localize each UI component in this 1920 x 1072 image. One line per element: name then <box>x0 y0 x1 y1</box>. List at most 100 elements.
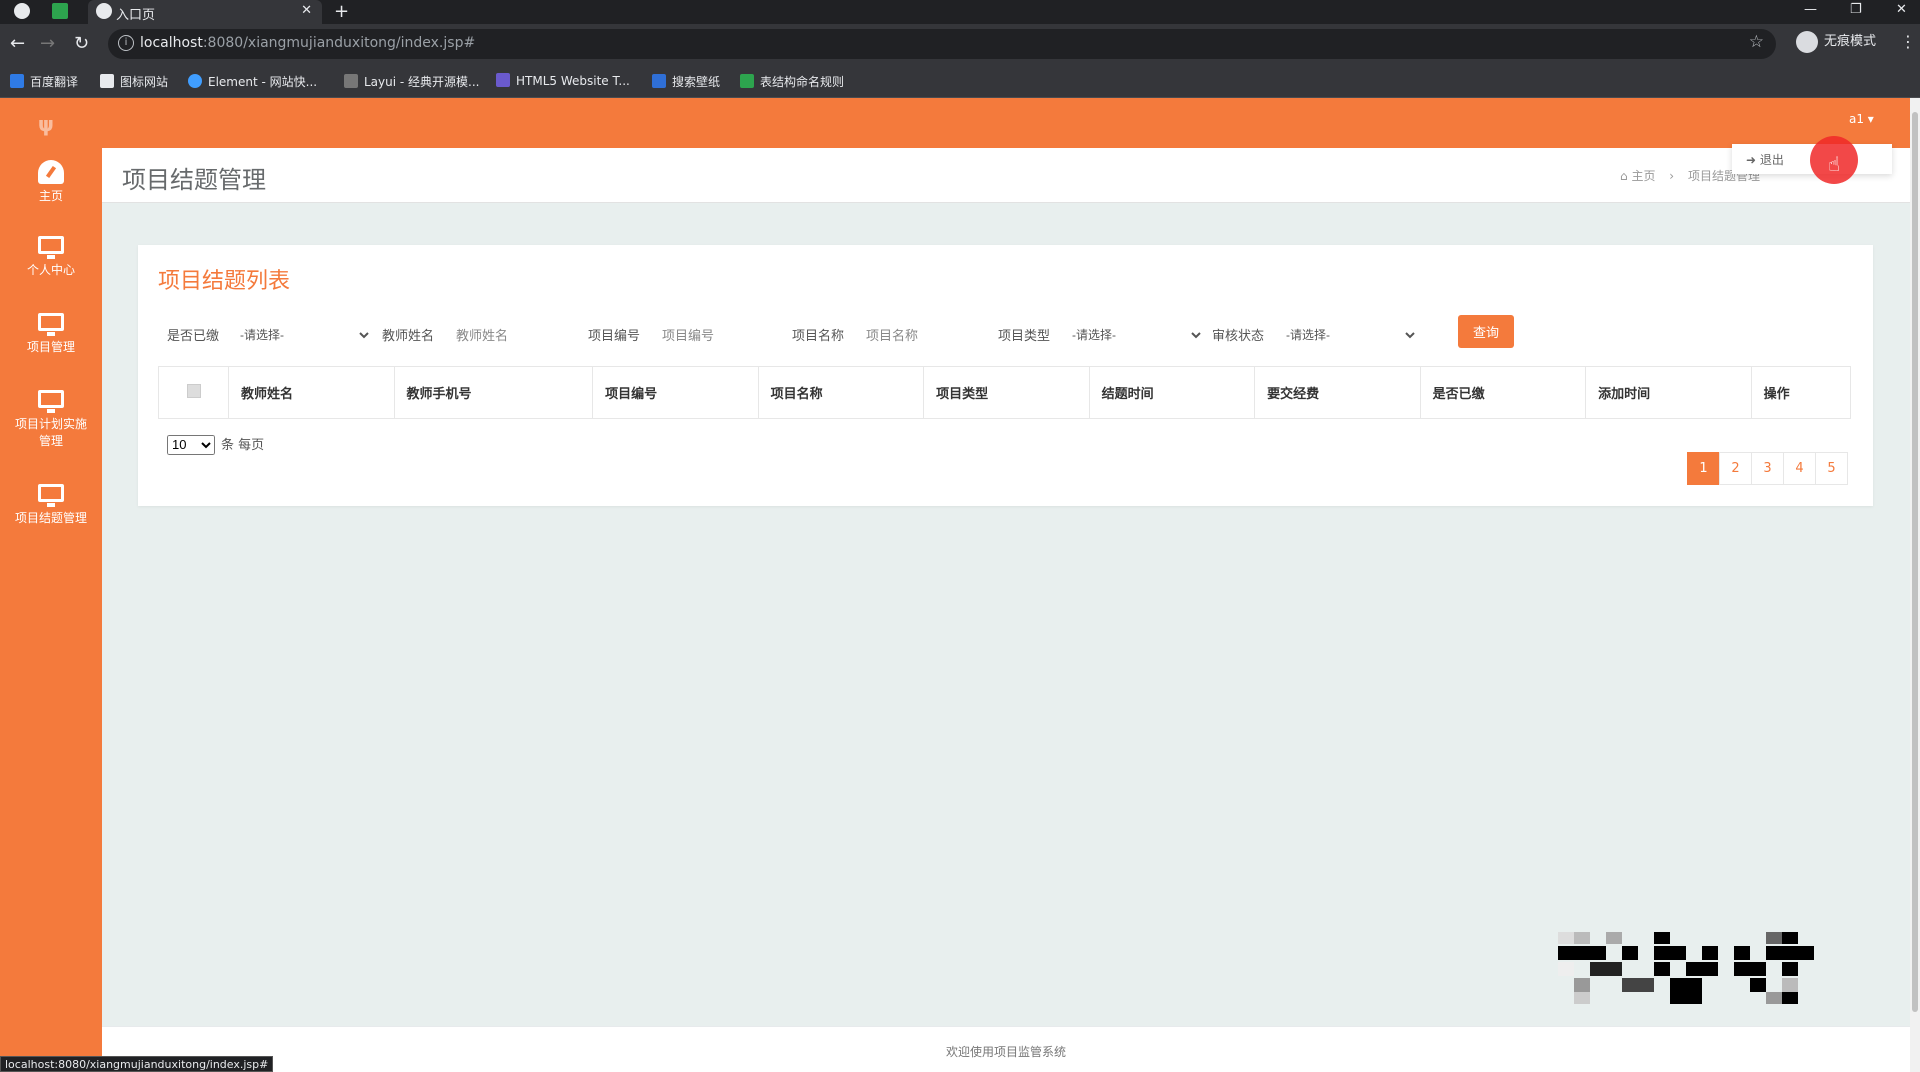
column-header: 操作 <box>1750 366 1852 419</box>
filter-code-label: 项目编号 <box>588 329 641 344</box>
browser-icon <box>14 3 30 19</box>
url-path: :8080/xiangmujianduxitong/index.jsp# <box>202 35 476 51</box>
url-host: localhost <box>140 35 203 51</box>
restore-icon[interactable]: ❐ <box>1850 2 1862 17</box>
bookmark-star-icon[interactable]: ☆ <box>1749 32 1764 52</box>
browser-tab-active[interactable]: 入口页 ✕ <box>88 0 322 24</box>
incognito-indicator[interactable]: 无痕模式 <box>1796 30 1876 53</box>
monitor-icon <box>38 313 64 336</box>
sidebar-item-home[interactable]: 主页 <box>0 160 102 205</box>
page-title: 项目结题管理 <box>122 166 266 194</box>
column-header[interactable]: 项目类型 <box>923 366 1090 419</box>
sheet-icon <box>740 74 754 88</box>
column-header[interactable]: 要交经费 <box>1254 366 1421 419</box>
column-header[interactable]: 添加时间 <box>1585 366 1752 419</box>
page-button[interactable]: 4 <box>1783 452 1816 485</box>
page-button[interactable]: 5 <box>1815 452 1848 485</box>
new-tab-icon[interactable]: + <box>334 1 349 22</box>
column-header[interactable]: 项目名称 <box>757 366 925 419</box>
list-panel: 项目结题列表 是否已缴 -请选择- 教师姓名 项目编号 项目名称 项目类型 -请… <box>138 245 1873 506</box>
incognito-icon <box>1796 30 1818 53</box>
minimize-icon[interactable]: — <box>1804 2 1817 17</box>
dashboard-icon <box>38 160 64 184</box>
html5-icon <box>496 73 510 87</box>
filter-name-input[interactable] <box>866 325 986 345</box>
filter-status-label: 审核状态 <box>1212 329 1265 344</box>
breadcrumb-home[interactable]: 主页 <box>1631 169 1655 183</box>
browser-toolbar: ← → ↻ i localhost:8080/xiangmujianduxito… <box>0 24 1920 64</box>
filter-status-select[interactable]: -请选择- <box>1282 323 1418 347</box>
sidebar-item-label: 个人中心 <box>26 263 75 277</box>
flag-icon <box>100 74 114 88</box>
per-page-control: 10 条 每页 <box>167 434 264 455</box>
per-page-select[interactable]: 10 <box>167 434 215 455</box>
bookmark-item[interactable]: 表结构命名规则 <box>740 73 844 90</box>
breadcrumb-separator: › <box>1669 169 1675 183</box>
scrollbar-thumb[interactable] <box>1912 112 1918 1012</box>
bookmark-item[interactable]: 百度翻译 <box>10 73 78 90</box>
browser-tab-strip: 入口页 ✕ + — ❐ ✕ <box>0 0 1920 24</box>
sidebar-item-label: 主页 <box>38 189 63 203</box>
page-button[interactable]: 2 <box>1719 452 1752 485</box>
column-header[interactable]: 结题时间 <box>1088 366 1256 419</box>
user-menu[interactable]: a1 ▾ <box>1849 112 1874 126</box>
sidebar: ψ 主页 个人中心 项目管理 项目计划实施 管理 项目结题管理 <box>0 98 102 1072</box>
filter-code-input[interactable] <box>662 325 782 345</box>
bookmark-item[interactable]: Element - 网站快... <box>188 73 317 90</box>
column-header[interactable]: 是否已缴 <box>1419 366 1587 419</box>
panel-title: 项目结题列表 <box>158 269 291 294</box>
page-button[interactable]: 3 <box>1751 452 1784 485</box>
close-tab-icon[interactable]: ✕ <box>301 3 312 18</box>
filter-type-select[interactable]: -请选择- <box>1068 323 1204 347</box>
monitor-icon <box>38 236 64 259</box>
sidebar-item-closure[interactable]: 项目结题管理 <box>0 484 102 527</box>
pagination: 1 2 3 4 5 <box>1687 452 1848 485</box>
bookmark-item[interactable]: 搜索壁纸 <box>652 73 720 90</box>
filter-paid-label: 是否已缴 <box>167 329 220 344</box>
filter-teacher-input[interactable] <box>456 325 576 345</box>
filter-paid-select[interactable]: -请选择- <box>236 323 372 347</box>
pixelated-overlay <box>1558 932 1814 1004</box>
address-bar[interactable]: i localhost:8080/xiangmujianduxitong/ind… <box>108 29 1776 59</box>
globe-icon <box>96 3 112 19</box>
incognito-label: 无痕模式 <box>1824 34 1877 49</box>
bookmark-item[interactable]: HTML5 Website T... <box>496 73 630 88</box>
column-header[interactable]: 项目编号 <box>592 366 759 419</box>
tab-title: 入口页 <box>116 8 156 23</box>
footer-text: 欢迎使用项目监管系统 <box>945 1045 1066 1059</box>
pinned-tab-icon[interactable] <box>52 3 68 19</box>
sidebar-item-projects[interactable]: 项目管理 <box>0 313 102 356</box>
data-table: 教师姓名 教师手机号 项目编号 项目名称 项目类型 结题时间 要交经费 是否已缴… <box>158 366 1852 419</box>
filter-teacher-label: 教师姓名 <box>382 329 435 344</box>
bookmark-item[interactable]: 图标网站 <box>100 73 168 90</box>
sidebar-item-plan[interactable]: 项目计划实施 管理 <box>0 390 102 450</box>
page-header: 项目结题管理 ⌂ 主页 › 项目结题管理 <box>102 148 1910 203</box>
page-button[interactable]: 1 <box>1687 452 1720 485</box>
translate-icon <box>10 74 24 88</box>
query-button[interactable]: 查询 <box>1458 315 1514 348</box>
logo: ψ <box>38 112 54 136</box>
info-icon[interactable]: i <box>118 35 134 51</box>
browser-menu-icon[interactable]: ⋮ <box>1900 32 1916 51</box>
home-icon: ⌂ <box>1620 169 1628 183</box>
reload-icon[interactable]: ↻ <box>74 33 89 54</box>
hand-cursor-icon: ☝ <box>1828 152 1841 176</box>
sidebar-item-label: 项目管理 <box>26 340 75 354</box>
close-window-icon[interactable]: ✕ <box>1896 2 1907 17</box>
per-page-label: 条 每页 <box>221 438 265 453</box>
app-topbar: a1 ▾ <box>0 98 1910 148</box>
select-all-checkbox[interactable] <box>186 383 201 398</box>
logout-item[interactable]: ➜ 退出 <box>1746 151 1784 168</box>
layui-icon <box>344 74 358 88</box>
table-header-row: 教师姓名 教师手机号 项目编号 项目名称 项目类型 结题时间 要交经费 是否已缴… <box>158 366 1852 419</box>
column-header[interactable]: 教师手机号 <box>393 366 594 419</box>
sidebar-item-profile[interactable]: 个人中心 <box>0 236 102 279</box>
bookmark-item[interactable]: Layui - 经典开源模... <box>344 73 479 90</box>
monitor-icon <box>38 390 64 413</box>
forward-icon[interactable]: → <box>40 33 55 54</box>
page-scrollbar[interactable] <box>1910 98 1920 1072</box>
back-icon[interactable]: ← <box>10 33 25 54</box>
footer: 欢迎使用项目监管系统 <box>102 1026 1910 1072</box>
column-header[interactable]: 教师姓名 <box>228 366 395 419</box>
sidebar-item-label: 项目计划实施 管理 <box>14 417 87 448</box>
